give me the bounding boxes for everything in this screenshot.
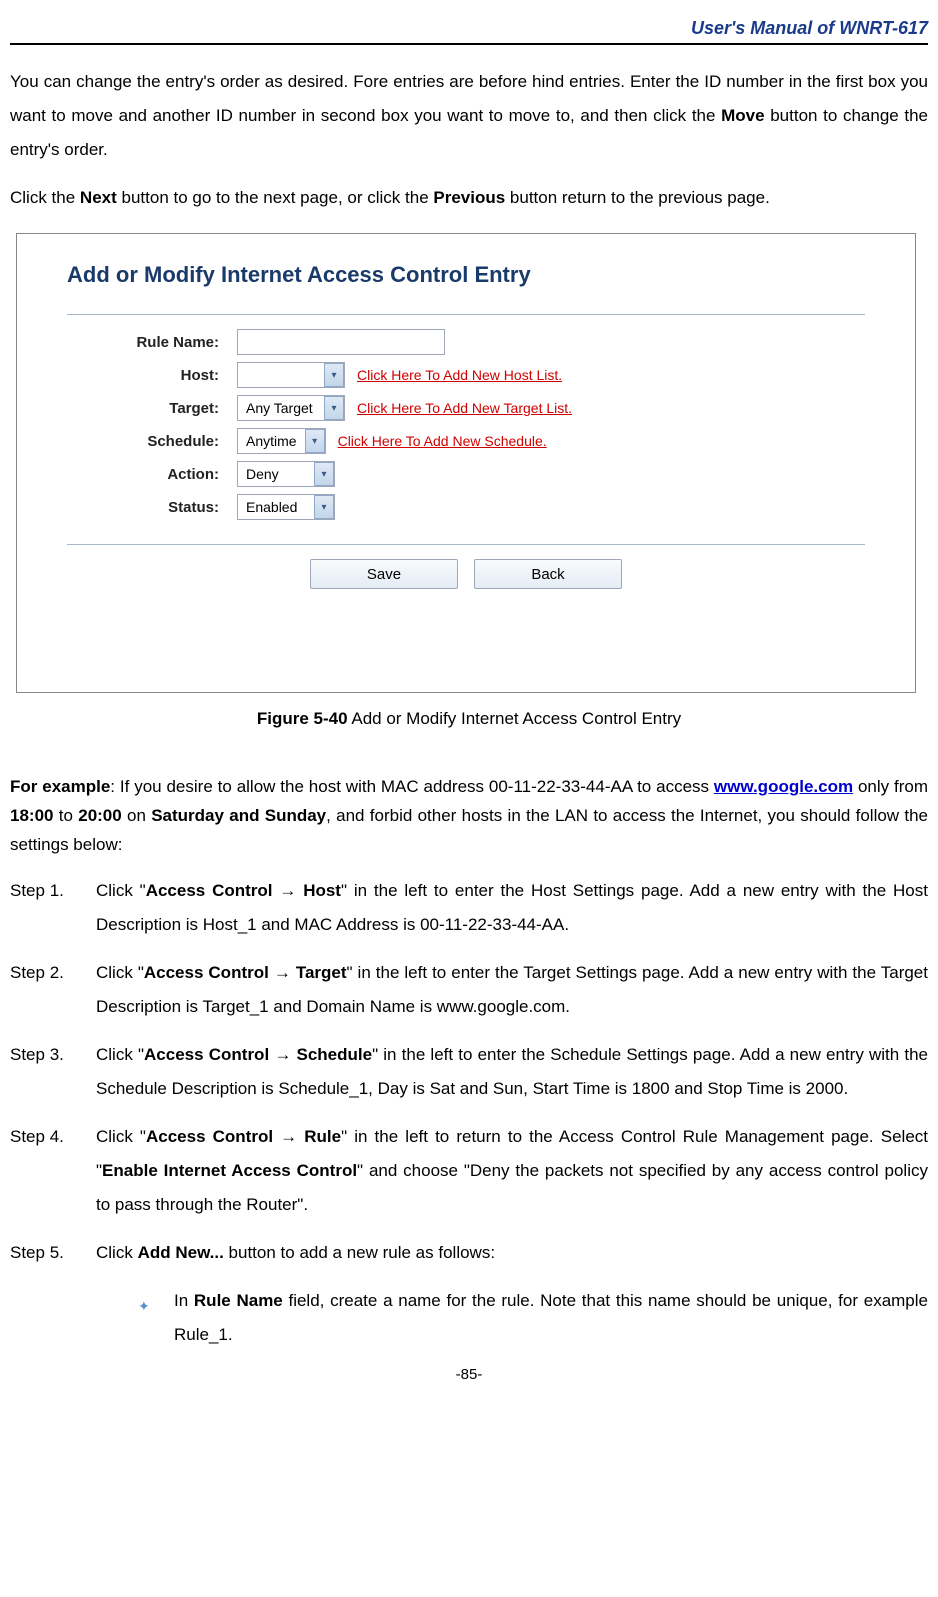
figure-screenshot: Add or Modify Internet Access Control En… — [16, 233, 916, 693]
text-fragment: In — [174, 1291, 194, 1310]
bullet-rule-name: ✦ In Rule Name field, create a name for … — [10, 1284, 928, 1352]
access-control-target-bold: Access Control → Target — [144, 963, 347, 982]
label-target: Target: — [67, 400, 237, 417]
step-4: Step 4. Click "Access Control → Rule" in… — [10, 1120, 928, 1222]
cell-schedule: Anytime ▾ Click Here To Add New Schedule… — [237, 428, 865, 454]
target-select-value: Any Target — [238, 400, 324, 416]
text-fragment: button return to the previous page. — [505, 188, 770, 207]
step-3: Step 3. Click "Access Control → Schedule… — [10, 1038, 928, 1106]
cell-rule-name — [237, 329, 865, 355]
add-host-link[interactable]: Click Here To Add New Host List. — [357, 367, 562, 383]
step-number: Step 5. — [10, 1236, 64, 1270]
button-row: Save Back — [67, 559, 865, 589]
figure-divider-2 — [67, 544, 865, 545]
step-number: Step 2. — [10, 956, 64, 990]
chevron-down-icon: ▾ — [314, 495, 334, 519]
text-fragment: : If you desire to allow the host with M… — [110, 777, 714, 796]
text-fragment: Click " — [96, 1045, 144, 1064]
add-new-bold: Add New... — [138, 1243, 224, 1262]
page-number: -85- — [10, 1366, 928, 1383]
intro-paragraph-2: Click the Next button to go to the next … — [10, 181, 928, 215]
step-2: Step 2. Click "Access Control → Target" … — [10, 956, 928, 1024]
cell-action: Deny ▾ — [237, 461, 865, 487]
enable-iac-bold: Enable Internet Access Control — [102, 1161, 357, 1180]
chevron-down-icon: ▾ — [324, 396, 344, 420]
access-control-rule-bold: Access Control → Rule — [146, 1127, 341, 1146]
for-example-bold: For example — [10, 777, 110, 796]
rule-name-bold: Rule Name — [194, 1291, 283, 1310]
step-number: Step 1. — [10, 874, 64, 908]
cell-host: ▾ Click Here To Add New Host List. — [237, 362, 865, 388]
schedule-select[interactable]: Anytime ▾ — [237, 428, 326, 454]
diamond-icon: ✦ — [138, 1292, 150, 1320]
action-select-value: Deny — [238, 466, 314, 482]
step-number: Step 3. — [10, 1038, 64, 1072]
figure-divider — [67, 314, 865, 315]
label-status: Status: — [67, 499, 237, 516]
status-select[interactable]: Enabled ▾ — [237, 494, 335, 520]
label-schedule: Schedule: — [67, 433, 237, 450]
label-host: Host: — [67, 367, 237, 384]
chevron-down-icon: ▾ — [305, 429, 325, 453]
figure-caption-text: Add or Modify Internet Access Control En… — [348, 709, 682, 728]
chevron-down-icon: ▾ — [324, 363, 344, 387]
google-link[interactable]: www.google.com — [714, 777, 853, 796]
chevron-down-icon: ▾ — [314, 462, 334, 486]
move-bold: Move — [721, 106, 764, 125]
label-action: Action: — [67, 466, 237, 483]
text-fragment: field, create a name for the rule. Note … — [174, 1291, 928, 1344]
add-target-link[interactable]: Click Here To Add New Target List. — [357, 400, 572, 416]
save-button[interactable]: Save — [310, 559, 458, 589]
action-select[interactable]: Deny ▾ — [237, 461, 335, 487]
figure-panel-title: Add or Modify Internet Access Control En… — [67, 262, 865, 288]
target-select[interactable]: Any Target ▾ — [237, 395, 345, 421]
cell-target: Any Target ▾ Click Here To Add New Targe… — [237, 395, 865, 421]
access-control-host-bold: Access Control → Host — [146, 881, 341, 900]
rule-name-input[interactable] — [237, 329, 445, 355]
host-select[interactable]: ▾ — [237, 362, 345, 388]
text-fragment: only from — [853, 777, 928, 796]
header-title: User's Manual of WNRT-617 — [10, 10, 928, 43]
header-divider — [10, 43, 928, 45]
text-fragment: button to go to the next page, or click … — [117, 188, 434, 207]
time-2000: 20:00 — [78, 806, 121, 825]
text-fragment: Click " — [96, 963, 144, 982]
text-fragment: Click " — [96, 1127, 146, 1146]
text-fragment: to — [53, 806, 78, 825]
step-5: Step 5. Click Add New... button to add a… — [10, 1236, 928, 1270]
next-bold: Next — [80, 188, 117, 207]
label-rule-name: Rule Name: — [67, 334, 237, 351]
add-schedule-link[interactable]: Click Here To Add New Schedule. — [338, 433, 547, 449]
step-1: Step 1. Click "Access Control → Host" in… — [10, 874, 928, 942]
form-grid: Rule Name: Host: ▾ Click Here To Add New… — [67, 329, 865, 520]
status-select-value: Enabled — [238, 499, 314, 515]
previous-bold: Previous — [433, 188, 505, 207]
schedule-select-value: Anytime — [238, 433, 305, 449]
text-fragment: Click — [96, 1243, 138, 1262]
access-control-schedule-bold: Access Control → Schedule — [144, 1045, 372, 1064]
step-number: Step 4. — [10, 1120, 64, 1154]
text-fragment: Click " — [96, 881, 146, 900]
figure-number: Figure 5-40 — [257, 709, 348, 728]
example-intro: For example: If you desire to allow the … — [10, 773, 928, 860]
back-button[interactable]: Back — [474, 559, 622, 589]
cell-status: Enabled ▾ — [237, 494, 865, 520]
text-fragment: Click the — [10, 188, 80, 207]
time-1800: 18:00 — [10, 806, 53, 825]
text-fragment: on — [122, 806, 151, 825]
satsun-bold: Saturday and Sunday — [151, 806, 326, 825]
intro-paragraph-1: You can change the entry's order as desi… — [10, 65, 928, 167]
text-fragment: button to add a new rule as follows: — [224, 1243, 495, 1262]
figure-caption: Figure 5-40 Add or Modify Internet Acces… — [10, 709, 928, 729]
